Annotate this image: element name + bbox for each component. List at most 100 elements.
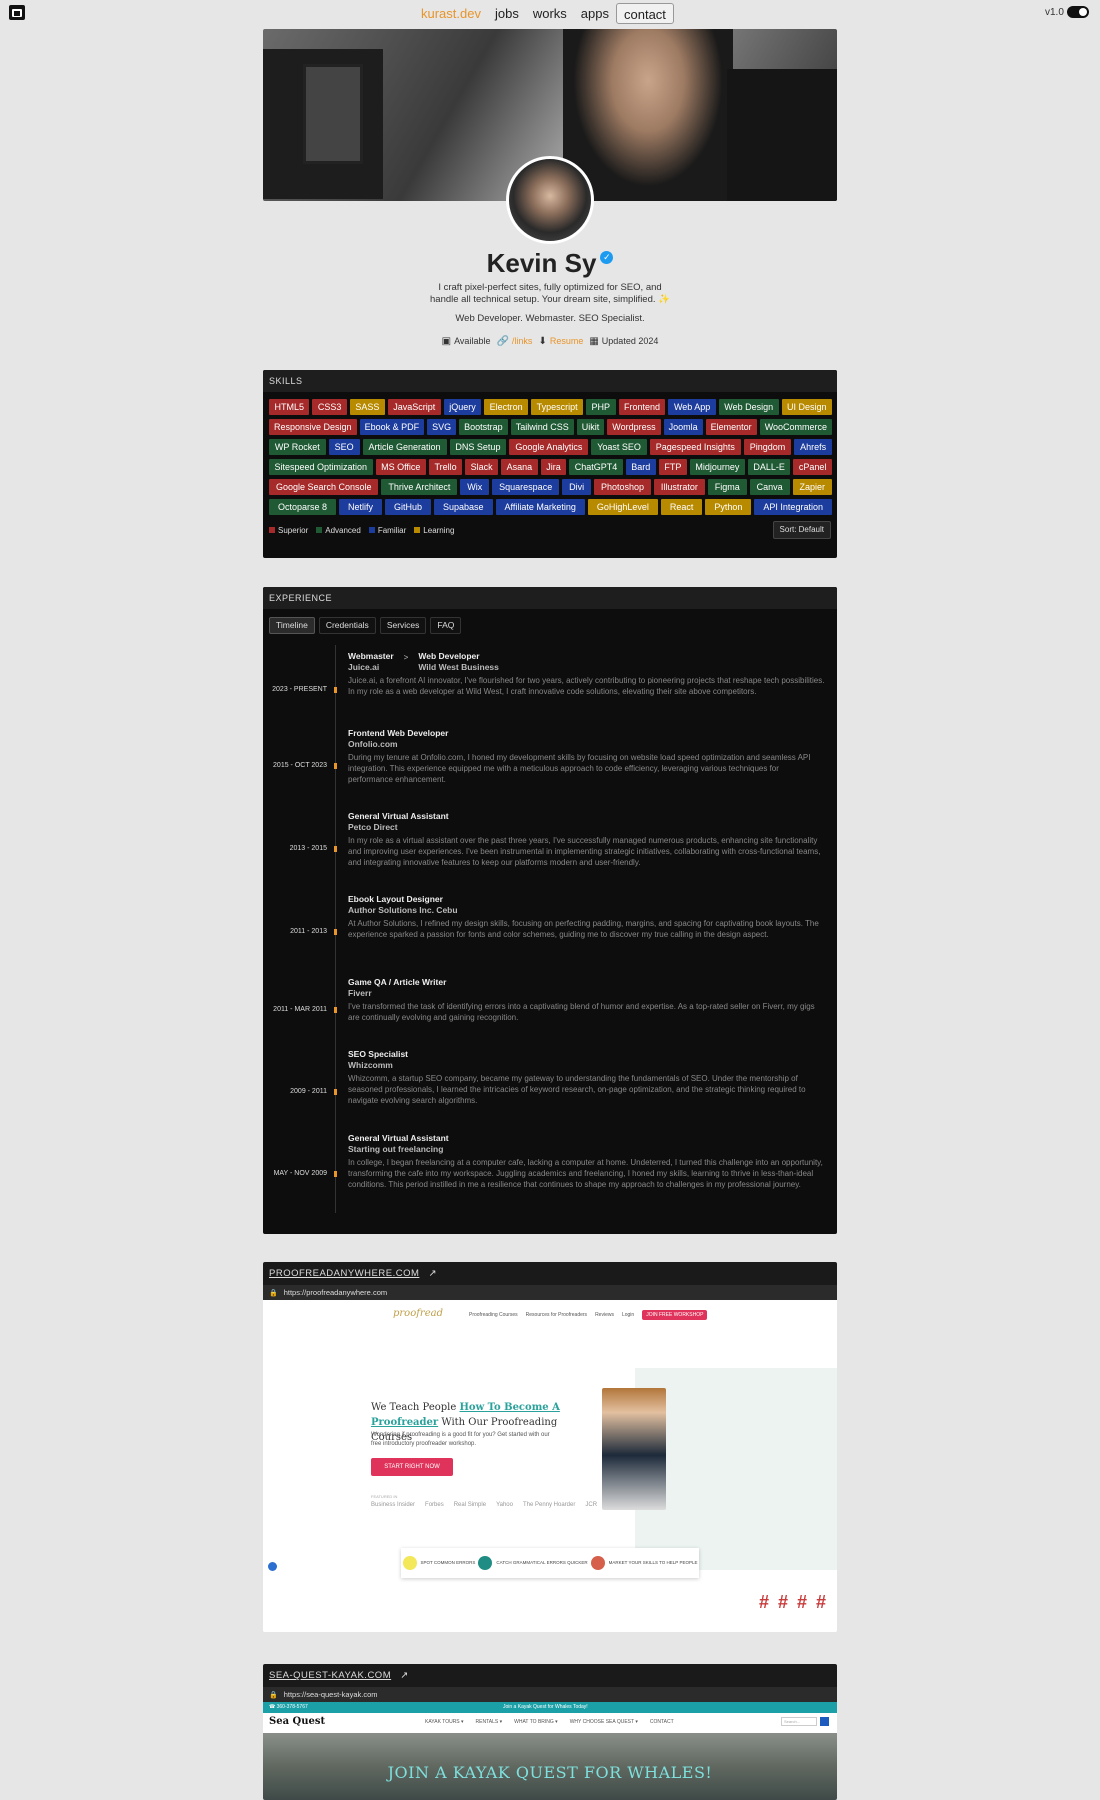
legend-label: Advanced [325,526,361,535]
press-logo: JCR [585,1502,598,1508]
press-logo: Yahoo [496,1502,513,1508]
skill-chip: Article Generation [362,439,447,455]
entry-body: Frontend Web Developer Onfolio.com Durin… [348,728,826,785]
skill-chip: Squarespace [492,479,560,495]
skill-chip: Frontend [618,399,666,415]
skill-chip: DNS Setup [449,439,507,455]
legend-item: Learning [414,526,454,535]
preview-topbar-message: Join a Kayak Quest for Whales Today! [503,1704,588,1710]
tab-services[interactable]: Services [379,617,427,634]
profile-roles: Web Developer. Webmaster. SEO Specialist… [455,313,645,324]
skill-chip: Asana [501,459,538,475]
entry-company: Starting out freelancing [348,1144,444,1154]
entry-body: Ebook Layout Designer Author Solutions I… [348,894,826,940]
experience-panel: EXPERIENCE Timeline Credentials Services… [263,587,837,1234]
external-link-icon[interactable]: ↗ [400,1670,408,1681]
entry-company: Author Solutions Inc. Cebu [348,905,458,915]
tab-credentials[interactable]: Credentials [318,617,376,634]
profile-bio: I craft pixel-perfect sites, fully optim… [430,282,670,305]
legend-label: Learning [423,526,455,535]
skill-chip: ChatGPT4 [569,459,623,475]
press-logo: Forbes [425,1502,444,1508]
entry-body: General Virtual Assistant Starting out f… [348,1133,826,1190]
skill-chip: SEO [328,439,360,455]
nav-apps-link[interactable]: apps [574,3,616,24]
avatar [506,156,594,244]
meta-available: ▣ Available [441,336,491,347]
preview-topbar: ☎ 360-378-5767 Join a Kayak Quest for Wh… [263,1702,837,1713]
tab-timeline[interactable]: Timeline [269,617,315,634]
entry-body: Game QA / Article Writer Fiverr I've tra… [348,977,826,1023]
skill-chip: Thrive Architect [381,479,458,495]
skills-legend: Superior Advanced Familiar Learning [269,526,454,535]
theme-toggle[interactable] [1067,6,1089,18]
link-icon: 🔗 [496,336,509,347]
work-card-sea-quest: SEA-QUEST-KAYAK.COM ↗ 🔒 https://sea-quest… [263,1664,837,1800]
skill-chip: Web Design [718,399,779,415]
entry-description: Whizcomm, a startup SEO company, became … [348,1074,806,1105]
legend-label: Familiar [377,526,407,535]
site-preview[interactable]: JOIN A KAYAK QUEST FOR WHALES! [263,1733,837,1800]
external-link-icon[interactable]: ↗ [429,1268,437,1279]
skill-chip: CSS3 [312,399,347,415]
skill-chip: Jira [540,459,567,475]
skill-chip: Octoparse 8 [269,499,337,515]
entry-company: Onfolio.com [348,739,398,749]
skill-chip: Ahrefs [794,439,833,455]
profile-name-row: Kevin Sy ✓ [0,248,1100,279]
skill-chip: GoHighLevel [587,499,658,515]
preview-nav: Proofreading Courses Resources for Proof… [469,1310,708,1320]
profile-meta: ▣ Available 🔗/links ⬇ Resume ▦ Updated 2024 [0,336,1100,347]
timeline-dot [334,846,337,852]
preview-phone: 360-378-5767 [276,1704,308,1710]
skill-chip: Trello [428,459,463,475]
nav-brand-link[interactable]: kurast.dev [414,3,488,24]
skill-chip: jQuery [443,399,482,415]
work-domain-link[interactable]: PROOFREADANYWHERE.COM [269,1268,419,1279]
entry-title: General Virtual Assistant [348,1133,449,1143]
timeline-dot [334,1007,337,1013]
entry-title: General Virtual Assistant [348,811,449,821]
version-label: v1.0 [1045,7,1064,18]
site-logo-icon[interactable] [7,2,27,22]
preview-menu-item: WHAT TO BRING ▾ [514,1719,558,1725]
skill-chip: GitHub [385,499,432,515]
preview-logo: Sea Quest [269,1716,326,1727]
skill-chip: Uikit [576,419,605,435]
entry-description: At Author Solutions, I refined my design… [348,919,819,939]
site-preview[interactable]: proofread Proofreading Courses Resources… [263,1300,837,1632]
preview-hero-title: JOIN A KAYAK QUEST FOR WHALES! [387,1763,713,1782]
sort-button[interactable]: Sort: Default [772,521,831,539]
meta-links[interactable]: 🔗/links [496,336,532,347]
main-nav: kurast.dev jobs works apps contact [414,3,674,24]
top-navbar: kurast.dev jobs works apps contact v1.0 [0,0,1100,26]
legend-item: Superior [269,526,308,535]
entry-title: Webmaster [348,651,394,661]
press-logo: Business Insider [371,1502,416,1508]
preview-subtext: Wondering if proofreading is a good fit … [371,1432,550,1447]
nav-contact-button[interactable]: contact [616,3,674,24]
skill-chip: cPanel [793,459,832,475]
entry-titles: Webmaster Juice.ai > Web Developer Wild … [348,651,826,672]
skill-chip: DALL-E [747,459,791,475]
preview-hash-decoration: # # # # [759,1592,829,1612]
work-domain-link[interactable]: SEA-QUEST-KAYAK.COM [269,1670,391,1681]
nav-jobs-link[interactable]: jobs [488,3,526,24]
download-icon: ⬇ [538,336,547,347]
skill-chip: Pagespeed Insights [649,439,741,455]
lock-icon: 🔒 [269,1290,278,1297]
preview-portrait [602,1388,666,1510]
nav-works-link[interactable]: works [526,3,574,24]
meta-resume[interactable]: ⬇ Resume [538,336,583,347]
phone-icon: ☎ [269,1704,277,1710]
experience-tabs: Timeline Credentials Services FAQ [269,617,462,634]
preview-nav-item: Resources for Proofreaders [525,1312,588,1318]
preview-menu-item: CONTACT [649,1719,674,1725]
legend-swatch [316,527,323,533]
work-url: https://sea-quest-kayak.com [283,1690,378,1699]
skills-chip-list: HTML5 CSS3 SASS JavaScript jQuery Electron Typ… [269,399,833,515]
skill-chip: Canva [749,479,790,495]
entry-date: 2011 - MAR 2011 [273,1006,327,1013]
preview-logo: proofread [393,1308,443,1319]
tab-faq[interactable]: FAQ [430,617,462,634]
